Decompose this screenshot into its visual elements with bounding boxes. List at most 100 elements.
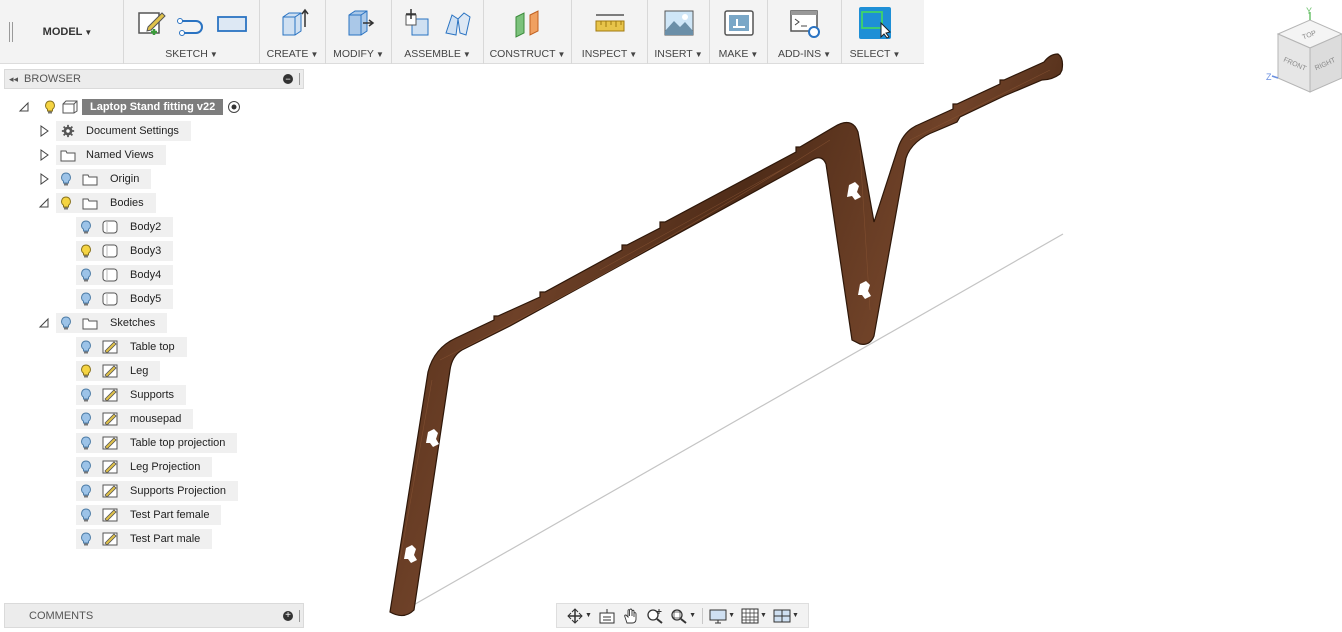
viewports-button[interactable]: ▼: [773, 607, 799, 625]
wood-grain: [399, 69, 1051, 561]
folder-icon: [82, 174, 98, 186]
visibility-bulb-icon[interactable]: [80, 460, 92, 474]
tree-item-sketch[interactable]: Test Part male: [76, 529, 213, 549]
visibility-bulb-icon[interactable]: [80, 532, 92, 546]
3d-viewport[interactable]: [300, 0, 1342, 632]
scripts-addins-icon[interactable]: [789, 7, 821, 39]
tree-item-origin[interactable]: Origin: [38, 169, 152, 189]
expanded-triangle-icon[interactable]: [18, 101, 30, 113]
offset-plane-icon[interactable]: [512, 7, 544, 39]
visibility-bulb-icon[interactable]: [80, 484, 92, 498]
sketch-icon: [102, 484, 118, 498]
tree-item-named-views[interactable]: Named Views: [38, 145, 166, 165]
viewcube[interactable]: TOP FRONT RIGHT Y Z: [1262, 6, 1342, 96]
expanded-triangle-icon[interactable]: [38, 317, 50, 329]
modify-menu[interactable]: MODIFY ▼: [333, 48, 384, 60]
make-menu[interactable]: MAKE ▼: [719, 48, 759, 60]
collapsed-triangle-icon[interactable]: [38, 149, 50, 161]
tree-item-body[interactable]: Body2: [76, 217, 174, 237]
joint-icon[interactable]: [442, 7, 474, 39]
expanded-triangle-icon[interactable]: [38, 197, 50, 209]
activate-radio-icon[interactable]: [227, 100, 241, 114]
grid-settings-button[interactable]: ▼: [741, 607, 767, 625]
rectangle-tool-icon[interactable]: [216, 7, 248, 39]
create-sketch-icon[interactable]: [136, 7, 168, 39]
tree-item-body[interactable]: Body3: [76, 241, 174, 261]
visibility-bulb-icon[interactable]: [44, 100, 56, 114]
collapse-panel-icon[interactable]: ◂◂: [9, 74, 18, 85]
look-at-button[interactable]: [598, 607, 616, 625]
display-settings-button[interactable]: ▼: [709, 607, 735, 625]
tree-item-sketch[interactable]: Supports: [76, 385, 187, 405]
orbit-icon: [567, 607, 583, 624]
zoom-window-button[interactable]: ▼: [670, 607, 696, 625]
visibility-bulb-icon[interactable]: [60, 172, 72, 186]
tree-item-sketch[interactable]: Leg Projection: [76, 457, 213, 477]
select-menu[interactable]: SELECT ▼: [850, 48, 901, 60]
select-tool-icon[interactable]: [859, 7, 891, 39]
orbit-button[interactable]: ▼: [566, 607, 592, 625]
select-group: SELECT ▼: [842, 0, 908, 64]
visibility-bulb-icon[interactable]: [80, 388, 92, 402]
visibility-bulb-icon[interactable]: [80, 244, 92, 258]
toolbar-grip-handle[interactable]: [0, 0, 13, 64]
ground-plane-line: [409, 233, 1064, 608]
visibility-bulb-icon[interactable]: [80, 268, 92, 282]
visibility-bulb-icon[interactable]: [60, 316, 72, 330]
minimize-panel-button[interactable]: −: [283, 74, 293, 84]
3d-print-icon[interactable]: [723, 7, 755, 39]
visibility-bulb-icon[interactable]: [80, 412, 92, 426]
construct-menu[interactable]: CONSTRUCT ▼: [490, 48, 566, 60]
tree-item-document-settings[interactable]: Document Settings: [38, 121, 191, 141]
tree-item-sketches[interactable]: Sketches: [38, 313, 168, 333]
visibility-bulb-icon[interactable]: [60, 196, 72, 210]
press-pull-icon[interactable]: [343, 7, 375, 39]
tree-item-sketch[interactable]: Leg: [76, 361, 161, 381]
zoom-button[interactable]: [646, 607, 664, 625]
visibility-bulb-icon[interactable]: [80, 508, 92, 522]
tree-root-item[interactable]: Laptop Stand fitting v22: [18, 97, 241, 117]
visibility-bulb-icon[interactable]: [80, 436, 92, 450]
assemble-menu[interactable]: ASSEMBLE ▼: [404, 48, 471, 60]
inspect-group: INSPECT ▼: [572, 0, 648, 64]
visibility-bulb-icon[interactable]: [80, 340, 92, 354]
collapsed-triangle-icon[interactable]: [38, 125, 50, 137]
tree-item-sketch[interactable]: Table top: [76, 337, 187, 357]
add-comment-button[interactable]: +: [283, 610, 293, 621]
tree-item-sketch[interactable]: Supports Projection: [76, 481, 238, 501]
tree-item-sketch[interactable]: mousepad: [76, 409, 194, 429]
tree-item-sketch[interactable]: Test Part female: [76, 505, 222, 525]
hand-pan-icon: [624, 608, 637, 623]
insert-menu[interactable]: INSERT ▼: [654, 48, 702, 60]
create-menu[interactable]: CREATE ▼: [267, 48, 319, 60]
workspace-switcher-button[interactable]: MODEL ▼: [12, 0, 124, 64]
sketch-icon: [102, 340, 118, 354]
insert-image-icon[interactable]: [663, 7, 695, 39]
comments-panel[interactable]: COMMENTS +: [4, 603, 304, 628]
tree-item-body[interactable]: Body4: [76, 265, 174, 285]
addins-menu[interactable]: ADD-INS ▼: [778, 48, 831, 60]
grid-icon: [741, 608, 759, 623]
visibility-bulb-icon[interactable]: [80, 292, 92, 306]
tree-item-bodies[interactable]: Bodies: [38, 193, 156, 213]
laptop-stand-body[interactable]: [389, 53, 1064, 617]
tree-item-sketch[interactable]: Table top projection: [76, 433, 238, 453]
collapsed-triangle-icon[interactable]: [38, 173, 50, 185]
measure-icon[interactable]: [594, 7, 626, 39]
pan-button[interactable]: [622, 607, 640, 625]
new-component-icon[interactable]: [402, 7, 434, 39]
extrude-icon[interactable]: [277, 7, 309, 39]
panel-resize-handle[interactable]: [299, 73, 301, 85]
panel-resize-handle[interactable]: [299, 609, 301, 622]
browser-header: ◂◂ BROWSER −: [4, 69, 304, 89]
sketch-menu[interactable]: SKETCH ▼: [165, 48, 218, 60]
line-tool-icon[interactable]: [176, 7, 208, 39]
sketch-group: SKETCH ▼: [124, 0, 260, 64]
z-axis-line: [1271, 75, 1279, 79]
inspect-menu[interactable]: INSPECT ▼: [582, 48, 637, 60]
visibility-bulb-icon[interactable]: [80, 220, 92, 234]
tree-item-body[interactable]: Body5: [76, 289, 174, 309]
chevron-down-icon: ▼: [84, 27, 93, 37]
sketch-icon: [102, 364, 118, 378]
visibility-bulb-icon[interactable]: [80, 364, 92, 378]
